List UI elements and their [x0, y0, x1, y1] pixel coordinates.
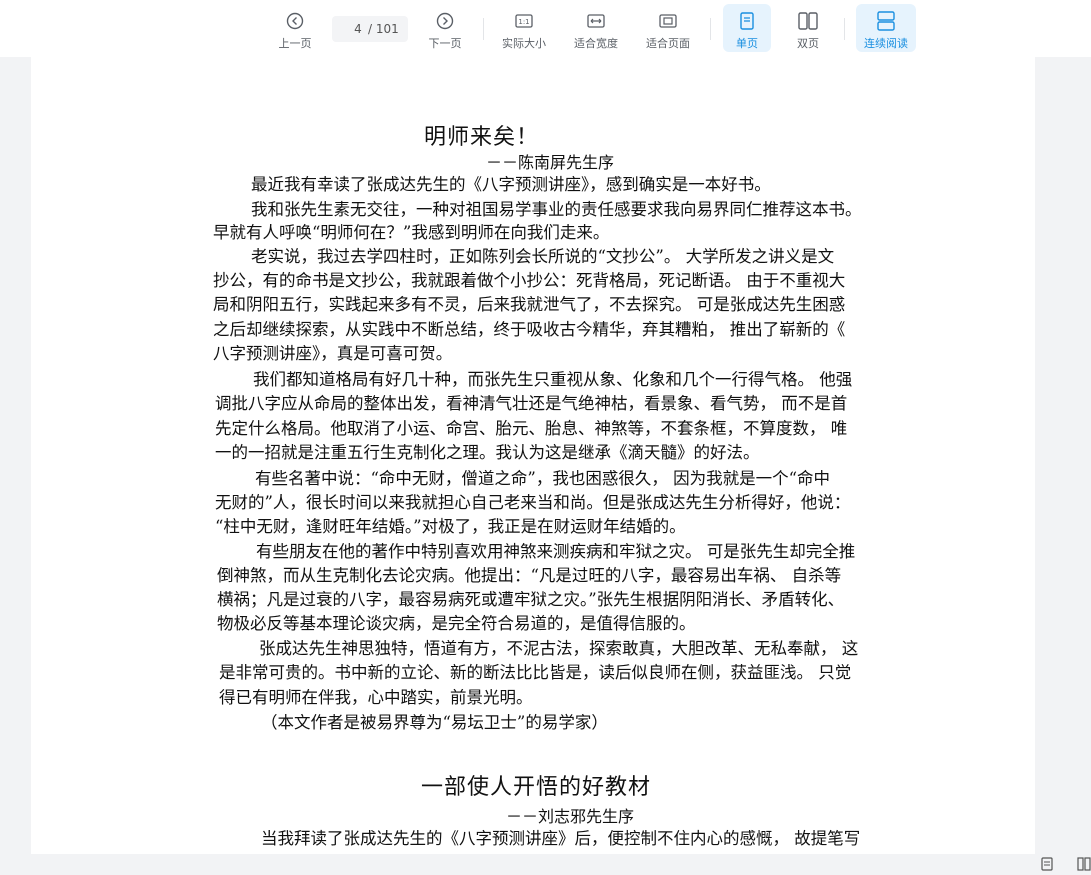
- page-current-input[interactable]: 4: [348, 22, 368, 36]
- chevron-right-circle-icon: [436, 10, 454, 32]
- columns-icon[interactable]: [1077, 856, 1091, 875]
- actual-size-label: 实际大小: [502, 37, 546, 50]
- body-line: 老实说，我过去学四柱时，正如陈列会长所说的“文抄公”。 大学所发之讲义是文: [251, 247, 835, 266]
- body-line: “柱中无财，逢财旺年结婚。”对极了，我正是在财运财年结婚的。: [215, 517, 686, 536]
- section-subtitle: －－刘志邪先生序: [506, 807, 635, 826]
- body-line: 我和张先生素无交往，一种对祖国易学事业的责任感要求我向易界同仁推荐这本书。: [251, 200, 862, 219]
- fit-page-label: 适合页面: [646, 37, 690, 50]
- double-page-label: 双页: [797, 37, 819, 50]
- continuous-read-icon: [877, 10, 895, 32]
- body-line: 调批八字应从命局的整体出发，看神清气壮还是气绝神枯，看景象、看气势， 而不是首: [215, 394, 848, 413]
- toolbar-divider: [710, 18, 711, 40]
- next-page-label: 下一页: [428, 37, 462, 50]
- body-line: 之后却继续探索，从实践中不断总结，终于吸收古今精华，弃其糟粕， 推出了崭新的《: [213, 320, 846, 339]
- body-line: 无财的”人，很长时间以来我就担心自己老来当和尚。但是张成达先生分析得好，他说：: [215, 493, 851, 512]
- continuous-read-button[interactable]: 连续阅读: [856, 4, 916, 52]
- actual-size-button[interactable]: 1:1 实际大小: [496, 4, 552, 52]
- body-line: 先定什么格局。他取消了小运、命宫、胎元、胎息、神煞等，不套条框，不算度数， 唯: [215, 419, 848, 438]
- reader-toolbar: 上一页 4 / 101 下一页 1:1 实际大小 适合宽度 适合页面 单页 双页…: [0, 0, 1091, 57]
- body-line: 是非常可贵的。书中新的立论、新的断法比比皆是，读后似良师在侧，获益匪浅。 只觉: [219, 663, 852, 682]
- status-bar: [0, 854, 1091, 871]
- document-page: 明师来矣！ －－陈南屏先生序 最近我有幸读了张成达先生的《八字预测讲座》，感到确…: [31, 57, 1035, 854]
- body-line: 横祸；凡是过衰的八字，最容易病死或遭牢狱之灾。”张先生根据阴阳消长、矛盾转化、: [217, 590, 845, 609]
- body-line: 早就有人呼唤“明师何在？”我感到明师在向我们走来。: [213, 223, 610, 242]
- body-line: （本文作者是被易界尊为“易坛卫士”的易学家）: [261, 713, 608, 732]
- body-line: 我们都知道格局有好几十种，而张先生只重视从象、化象和几个一行得气格。 他强: [253, 370, 853, 389]
- single-page-icon: [740, 10, 754, 32]
- fit-page-icon: [659, 10, 677, 32]
- body-line: 有些名著中说：“命中无财，僧道之命”，我也困惑很久， 因为我就是一个“命中: [255, 469, 831, 488]
- page-total: / 101: [368, 22, 399, 36]
- continuous-read-label: 连续阅读: [864, 37, 908, 50]
- next-page-button[interactable]: 下一页: [422, 4, 468, 52]
- body-line: 八字预测讲座》，真是可喜可贺。: [213, 344, 453, 363]
- svg-text:1:1: 1:1: [518, 18, 529, 26]
- single-page-label: 单页: [736, 37, 758, 50]
- fit-width-icon: [587, 10, 605, 32]
- chevron-left-circle-icon: [286, 10, 304, 32]
- fit-page-button[interactable]: 适合页面: [640, 4, 696, 52]
- prev-page-label: 上一页: [278, 37, 312, 50]
- double-page-icon: [798, 10, 818, 32]
- double-page-button[interactable]: 双页: [784, 4, 832, 52]
- page-view-icon[interactable]: [1041, 856, 1053, 875]
- prev-page-button[interactable]: 上一页: [272, 4, 318, 52]
- body-line: 当我拜读了张成达先生的《八字预测讲座》后，便控制不住内心的感慨， 故提笔写: [261, 829, 861, 848]
- section-subtitle: －－陈南屏先生序: [486, 153, 615, 172]
- body-line: 一的一招就是注重五行生克制化之理。我认为这是继承《滴天髓》的好法。: [215, 443, 760, 462]
- body-line: 最近我有幸读了张成达先生的《八字预测讲座》，感到确实是一本好书。: [251, 175, 771, 194]
- toolbar-divider: [844, 18, 845, 40]
- toolbar-divider: [483, 18, 484, 40]
- body-line: 有些朋友在他的著作中特别喜欢用神煞来测疾病和牢狱之灾。 可是张先生却完全推: [256, 542, 856, 561]
- fit-width-button[interactable]: 适合宽度: [568, 4, 624, 52]
- body-line: 得已有明师在伴我，心中踏实，前景光明。: [219, 688, 533, 707]
- fit-width-label: 适合宽度: [574, 37, 618, 50]
- body-line: 倒神煞，而从生克制化去论灾病。他提出：“凡是过旺的八字，最容易出车祸、 自杀等: [217, 566, 842, 585]
- body-line: 局和阴阳五行，实践起来多有不灵，后来我就泄气了，不去探究。 可是张成达先生困惑: [213, 295, 846, 314]
- single-page-button[interactable]: 单页: [723, 4, 771, 52]
- section-title: 一部使人开悟的好教材: [421, 775, 652, 800]
- body-line: 张成达先生神思独特，悟道有方，不泥古法，探索敢真，大胆改革、无私奉献， 这: [259, 639, 859, 658]
- body-line: 抄公，有的命书是文抄公，我就跟着做个小抄公：死背格局，死记断语。 由于不重视大: [213, 271, 846, 290]
- body-line: 物极必反等基本理论谈灾病，是完全符合易道的，是值得信服的。: [217, 614, 696, 633]
- page-indicator[interactable]: 4 / 101: [332, 16, 408, 42]
- section-title: 明师来矣！: [424, 125, 540, 150]
- one-to-one-icon: 1:1: [515, 10, 533, 32]
